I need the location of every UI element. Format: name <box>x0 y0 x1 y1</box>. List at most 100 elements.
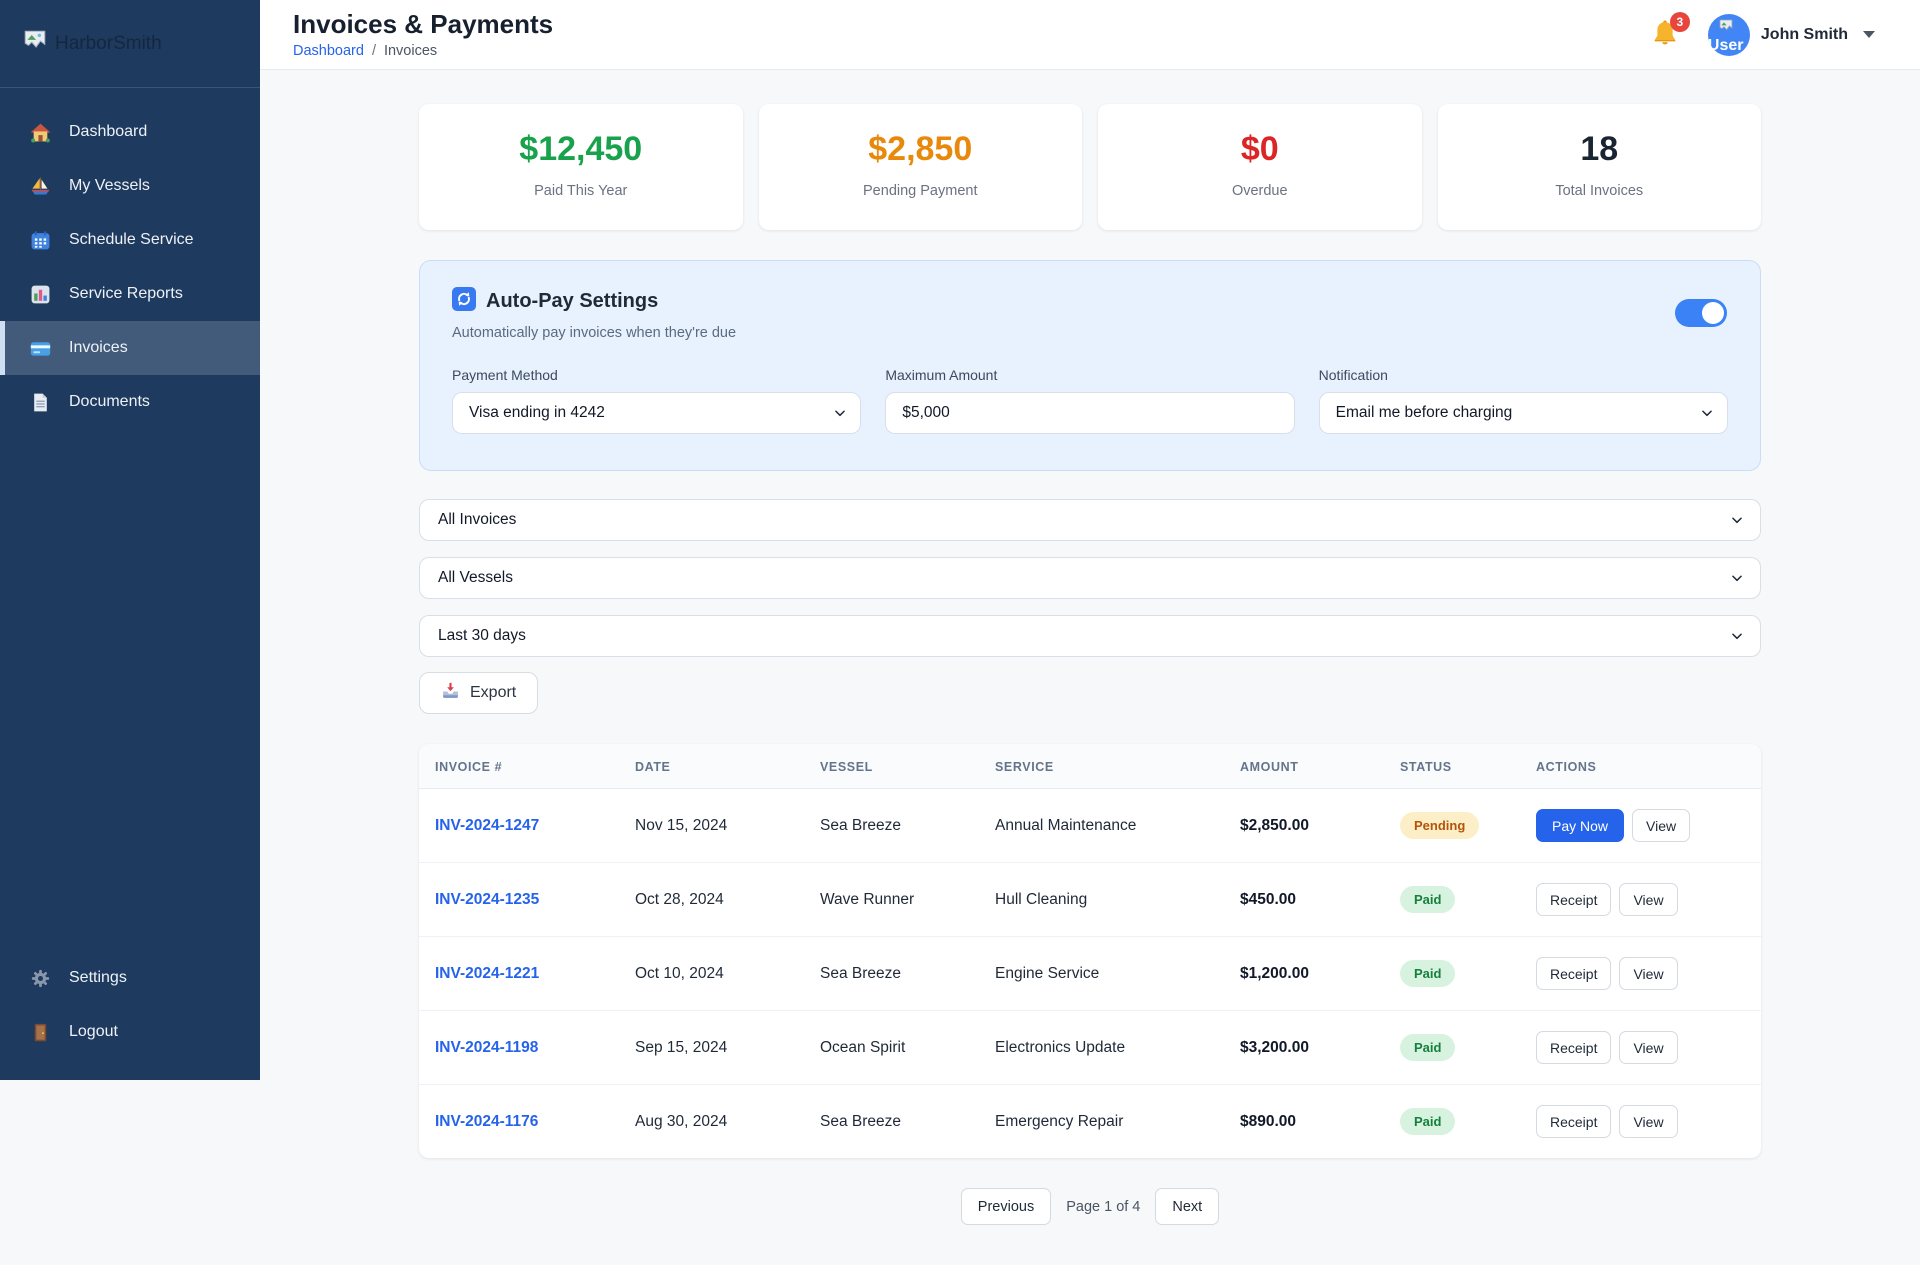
topbar: Invoices & Payments Dashboard / Invoices… <box>260 0 1920 70</box>
invoice-link[interactable]: INV-2024-1235 <box>435 891 539 908</box>
brand-logo[interactable]: HarborSmith <box>0 0 260 88</box>
bell-icon <box>1650 20 1680 54</box>
refresh-icon <box>452 287 476 316</box>
invoice-date: Sep 15, 2024 <box>619 1010 804 1085</box>
receipt-button[interactable]: Receipt <box>1536 957 1612 990</box>
invoice-link[interactable]: INV-2024-1198 <box>435 1039 538 1056</box>
sidebar-item-dashboard[interactable]: Dashboard <box>0 105 260 159</box>
view-button[interactable]: View <box>1619 1031 1678 1064</box>
sidebar-item-documents[interactable]: Documents <box>0 375 260 429</box>
stat-label: Overdue <box>1231 183 1288 199</box>
row-actions: Receipt View <box>1536 1105 1745 1138</box>
payment-method-label: Payment Method <box>452 367 558 383</box>
invoice-vessel: Sea Breeze <box>820 816 901 834</box>
receipt-button[interactable]: Receipt <box>1536 1031 1612 1064</box>
invoice-date: Oct 28, 2024 <box>619 862 804 937</box>
invoice-status-filter-select[interactable]: All Invoices <box>419 499 1761 541</box>
sailboat-icon <box>30 176 51 197</box>
broken-image-icon <box>22 28 48 60</box>
breadcrumb: Dashboard / Invoices <box>293 43 553 59</box>
autopay-toggle[interactable] <box>1675 299 1727 327</box>
sidebar-item-schedule-service[interactable]: Schedule Service <box>0 213 260 267</box>
vessel-filter-value: All Vessels <box>438 569 513 586</box>
invoice-vessel: Sea Breeze <box>804 936 979 1011</box>
next-page-button[interactable]: Next <box>1155 1188 1220 1225</box>
sidebar-item-label: Dashboard <box>69 123 148 140</box>
date-range-filter-select[interactable]: Last 30 days <box>419 615 1761 657</box>
breadcrumb-dashboard-link[interactable]: Dashboard <box>293 43 364 59</box>
receipt-button[interactable]: Receipt <box>1536 1105 1612 1138</box>
vessel-filter-select[interactable]: All Vessels <box>419 557 1761 599</box>
maximum-amount-input[interactable] <box>902 404 1278 422</box>
autopay-fields: Payment Method Visa ending in 4242 Maxim… <box>452 367 1728 434</box>
invoice-link[interactable]: INV-2024-1247 <box>435 817 539 834</box>
table-row: INV-2024-1221 Oct 10, 2024 Sea Breeze En… <box>419 936 1761 1011</box>
payment-method-select[interactable]: Visa ending in 4242 <box>452 392 862 434</box>
invoice-amount: $890.00 <box>1240 1112 1297 1130</box>
invoice-amount: $3,200.00 <box>1240 1038 1309 1056</box>
calendar-icon <box>30 230 51 251</box>
view-button[interactable]: View <box>1619 957 1678 990</box>
sidebar-item-label: Service Reports <box>69 285 183 302</box>
sidebar-item-invoices[interactable]: Invoices <box>0 321 260 375</box>
invoice-vessel: Sea Breeze <box>804 1084 979 1158</box>
stat-card-overdue: $0 Overdue <box>1098 104 1422 230</box>
sidebar-footer: Settings Logout <box>0 951 260 1080</box>
sidebar: HarborSmith Dashboard My Vessels Schedul… <box>0 0 260 1080</box>
stat-label: Pending Payment <box>863 183 978 199</box>
gear-icon <box>30 968 51 989</box>
brand-name-alt-text: HarborSmith <box>55 32 162 54</box>
stat-card-paid-this-year: $12,450 Paid This Year <box>419 104 743 230</box>
document-icon <box>30 392 51 413</box>
receipt-button[interactable]: Receipt <box>1536 883 1612 916</box>
sidebar-item-logout[interactable]: Logout <box>0 1005 260 1059</box>
topbar-right: 3 User John Smith <box>1650 11 1875 56</box>
previous-page-button[interactable]: Previous <box>960 1188 1052 1225</box>
invoice-date: Aug 30, 2024 <box>619 1084 804 1158</box>
content: $12,450 Paid This Year $2,850 Pending Pa… <box>419 70 1761 1265</box>
column-header-status: STATUS <box>1384 744 1520 789</box>
status-badge: Paid <box>1400 1108 1456 1135</box>
export-button[interactable]: Export <box>419 672 539 714</box>
column-header-date: DATE <box>619 744 804 789</box>
status-badge: Pending <box>1400 812 1480 839</box>
sidebar-item-service-reports[interactable]: Service Reports <box>0 267 260 321</box>
autopay-subtitle: Automatically pay invoices when they're … <box>452 325 737 341</box>
row-actions: Receipt View <box>1536 957 1745 990</box>
autopay-title: Auto-Pay Settings <box>486 290 659 312</box>
view-button[interactable]: View <box>1619 1105 1678 1138</box>
page-heading: Invoices & Payments Dashboard / Invoices <box>293 9 553 59</box>
status-badge: Paid <box>1400 1034 1456 1061</box>
invoice-service: Engine Service <box>979 936 1224 1011</box>
notification-select[interactable]: Email me before charging <box>1318 392 1728 434</box>
pay-now-button[interactable]: Pay Now <box>1536 809 1625 842</box>
invoice-amount: $2,850.00 <box>1240 816 1309 834</box>
house-icon <box>30 122 51 143</box>
invoice-status-filter-value: All Invoices <box>438 511 517 528</box>
breadcrumb-current: Invoices <box>383 42 438 59</box>
avatar-alt-text: User <box>1707 36 1744 54</box>
chevron-down-icon <box>1730 571 1744 585</box>
row-actions: Receipt View <box>1536 883 1745 916</box>
sidebar-item-my-vessels[interactable]: My Vessels <box>0 159 260 213</box>
bar-chart-icon <box>30 284 51 305</box>
autopay-header: Auto-Pay Settings <box>452 287 1728 316</box>
sidebar-item-settings[interactable]: Settings <box>0 951 260 1005</box>
notifications-button[interactable]: 3 <box>1650 11 1690 54</box>
invoice-link[interactable]: INV-2024-1176 <box>435 1113 538 1130</box>
avatar: User <box>1707 13 1750 56</box>
toggle-knob <box>1702 302 1724 324</box>
user-menu[interactable]: User John Smith <box>1707 13 1875 56</box>
date-range-filter-value: Last 30 days <box>438 627 526 644</box>
door-icon <box>30 1022 51 1043</box>
invoice-service: Electronics Update <box>979 1010 1224 1085</box>
view-button[interactable]: View <box>1619 883 1678 916</box>
maximum-amount-label: Maximum Amount <box>885 367 998 383</box>
stat-value: $12,450 <box>519 130 643 168</box>
invoice-link[interactable]: INV-2024-1221 <box>435 965 539 982</box>
notification-value: Email me before charging <box>1335 404 1513 421</box>
stats-row: $12,450 Paid This Year $2,850 Pending Pa… <box>419 104 1761 230</box>
maximum-amount-field: Maximum Amount <box>885 367 1295 434</box>
page-info: Page 1 of 4 <box>1066 1198 1141 1215</box>
view-button[interactable]: View <box>1632 809 1691 842</box>
